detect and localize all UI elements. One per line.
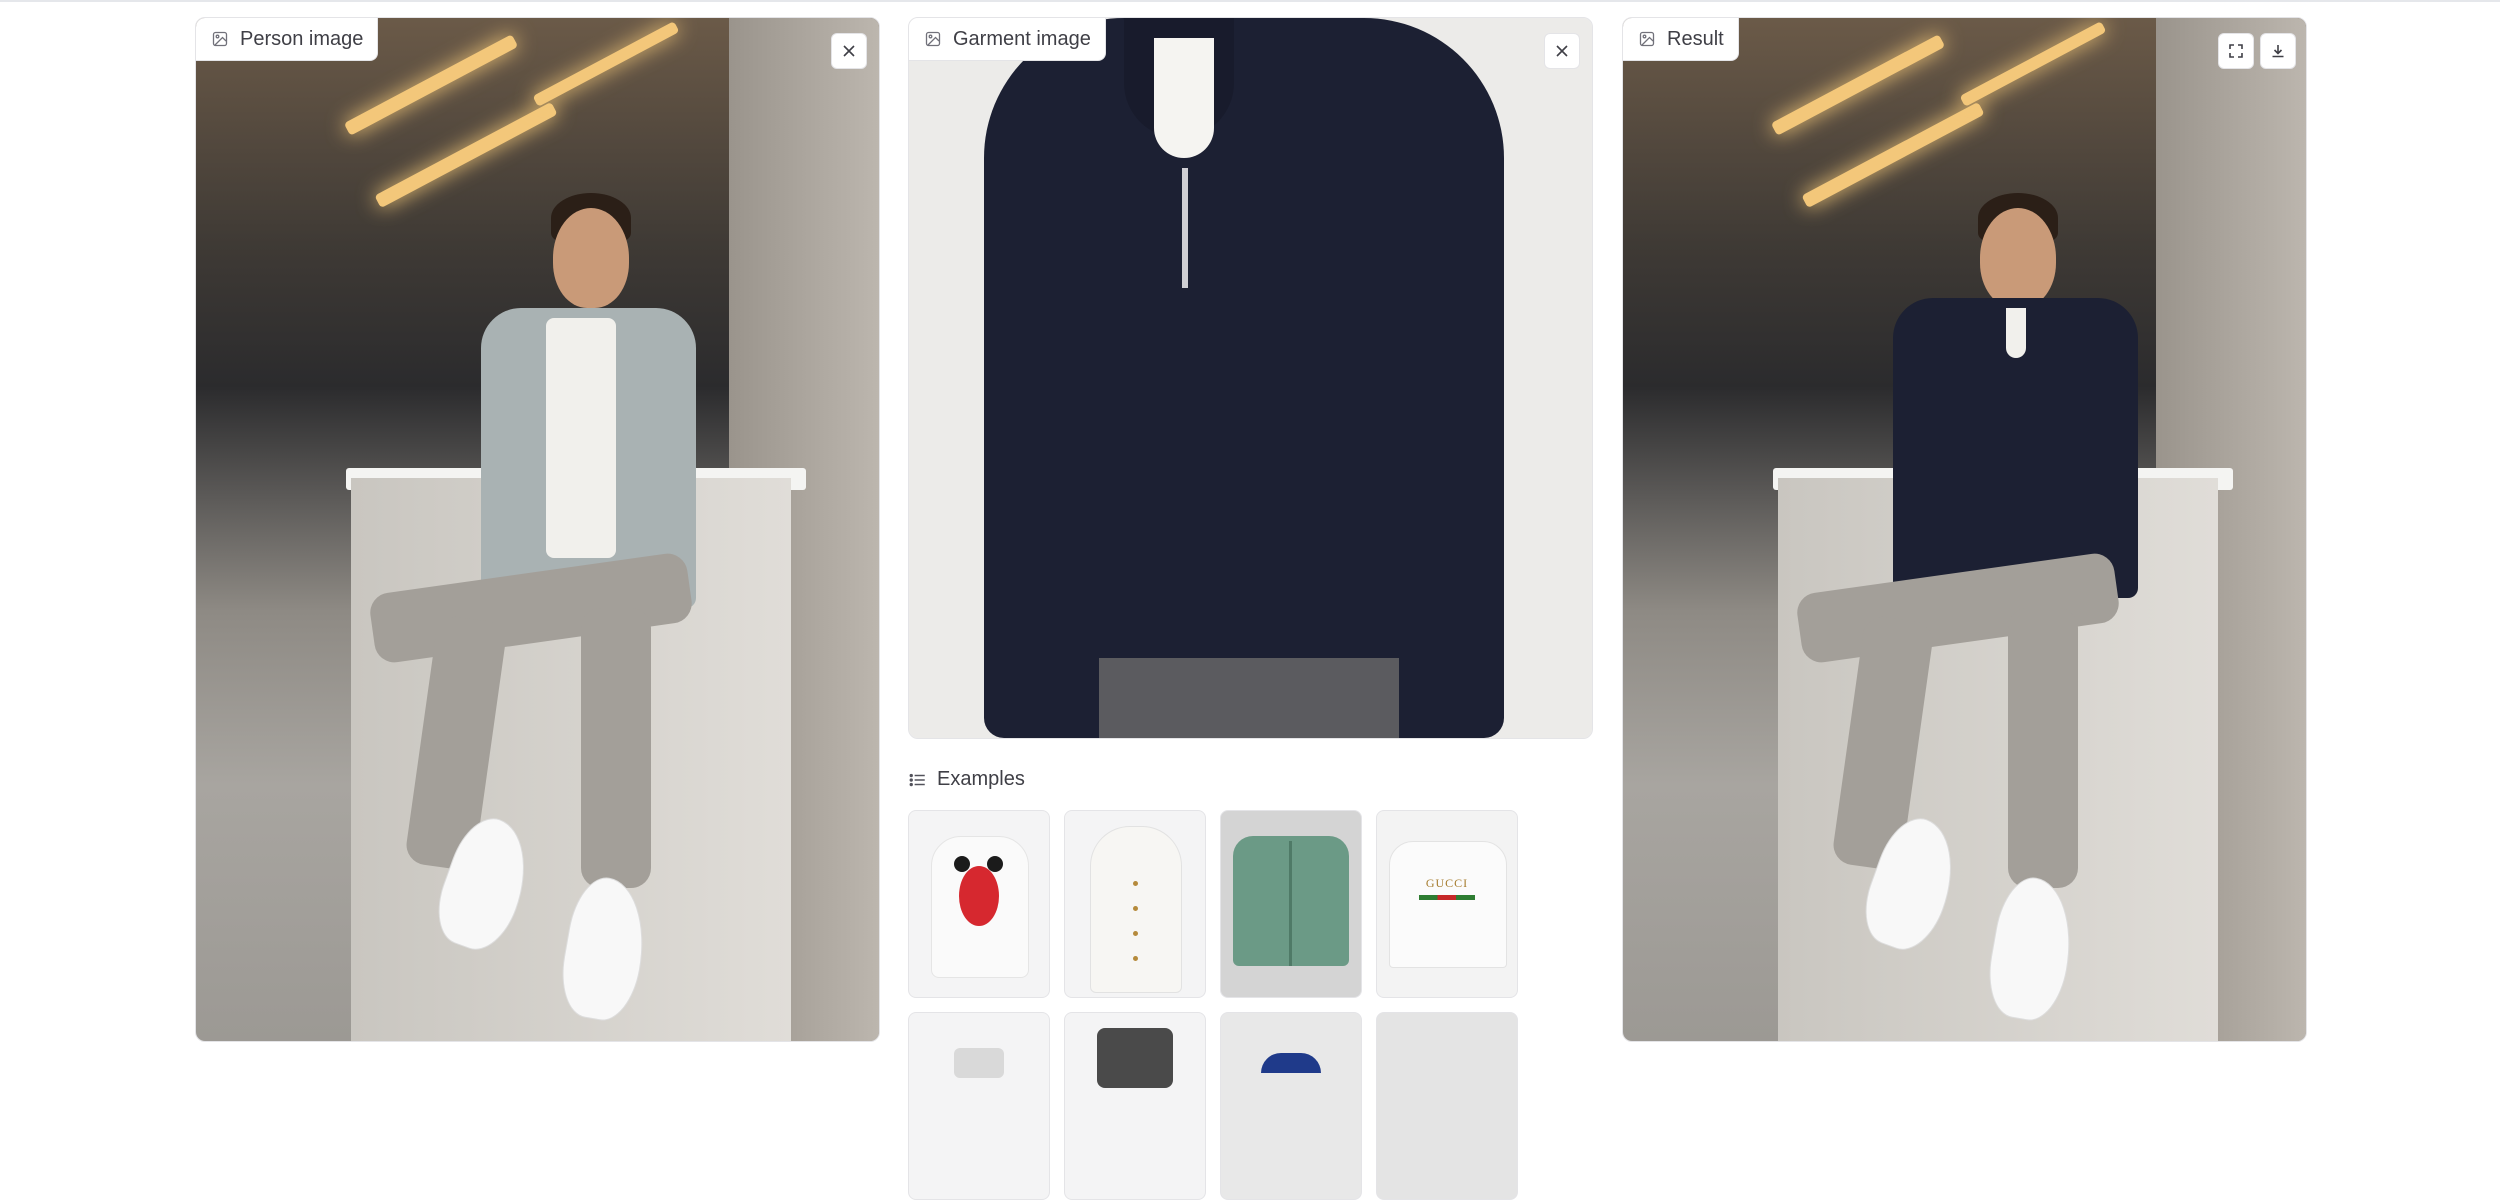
clear-person-image-button[interactable] bbox=[831, 33, 867, 69]
list-icon bbox=[909, 773, 925, 786]
example-thumb-5[interactable] bbox=[908, 1012, 1050, 1200]
example-minnie-tshirt[interactable] bbox=[908, 810, 1050, 998]
example-green-suede-jacket[interactable] bbox=[1220, 810, 1362, 998]
garment-photo bbox=[909, 18, 1592, 738]
fullscreen-button[interactable] bbox=[2218, 33, 2254, 69]
result-label: Result bbox=[1623, 18, 1739, 61]
person-photo bbox=[196, 18, 879, 1041]
image-icon bbox=[212, 31, 228, 47]
top-divider bbox=[0, 0, 2500, 2]
example-thumb-6[interactable] bbox=[1064, 1012, 1206, 1200]
image-icon bbox=[925, 31, 941, 47]
close-icon bbox=[843, 45, 855, 57]
garment-image-panel[interactable]: Garment image bbox=[908, 17, 1593, 739]
gucci-logo-text: GUCCI bbox=[1425, 876, 1469, 890]
person-image-panel[interactable]: Person image bbox=[195, 17, 880, 1042]
examples-label: Examples bbox=[937, 768, 1025, 790]
example-thumb-8[interactable] bbox=[1376, 1012, 1518, 1200]
garment-image-label: Garment image bbox=[909, 18, 1106, 61]
garment-image-label-text: Garment image bbox=[953, 27, 1091, 50]
result-image-panel[interactable]: Result bbox=[1622, 17, 2307, 1042]
download-button[interactable] bbox=[2260, 33, 2296, 69]
result-label-text: Result bbox=[1667, 27, 1724, 50]
close-icon bbox=[1556, 45, 1568, 57]
clear-garment-image-button[interactable] bbox=[1544, 33, 1580, 69]
example-thumb-7[interactable] bbox=[1220, 1012, 1362, 1200]
image-icon bbox=[1639, 31, 1655, 47]
examples-header: Examples bbox=[909, 768, 1025, 791]
person-image-label-text: Person image bbox=[240, 27, 364, 50]
person-image-label: Person image bbox=[196, 18, 379, 61]
example-white-button-tank[interactable] bbox=[1064, 810, 1206, 998]
example-gucci-tshirt[interactable]: GUCCI bbox=[1376, 810, 1518, 998]
download-icon bbox=[2272, 45, 2284, 58]
result-photo bbox=[1623, 18, 2306, 1041]
fullscreen-icon bbox=[2229, 44, 2243, 58]
